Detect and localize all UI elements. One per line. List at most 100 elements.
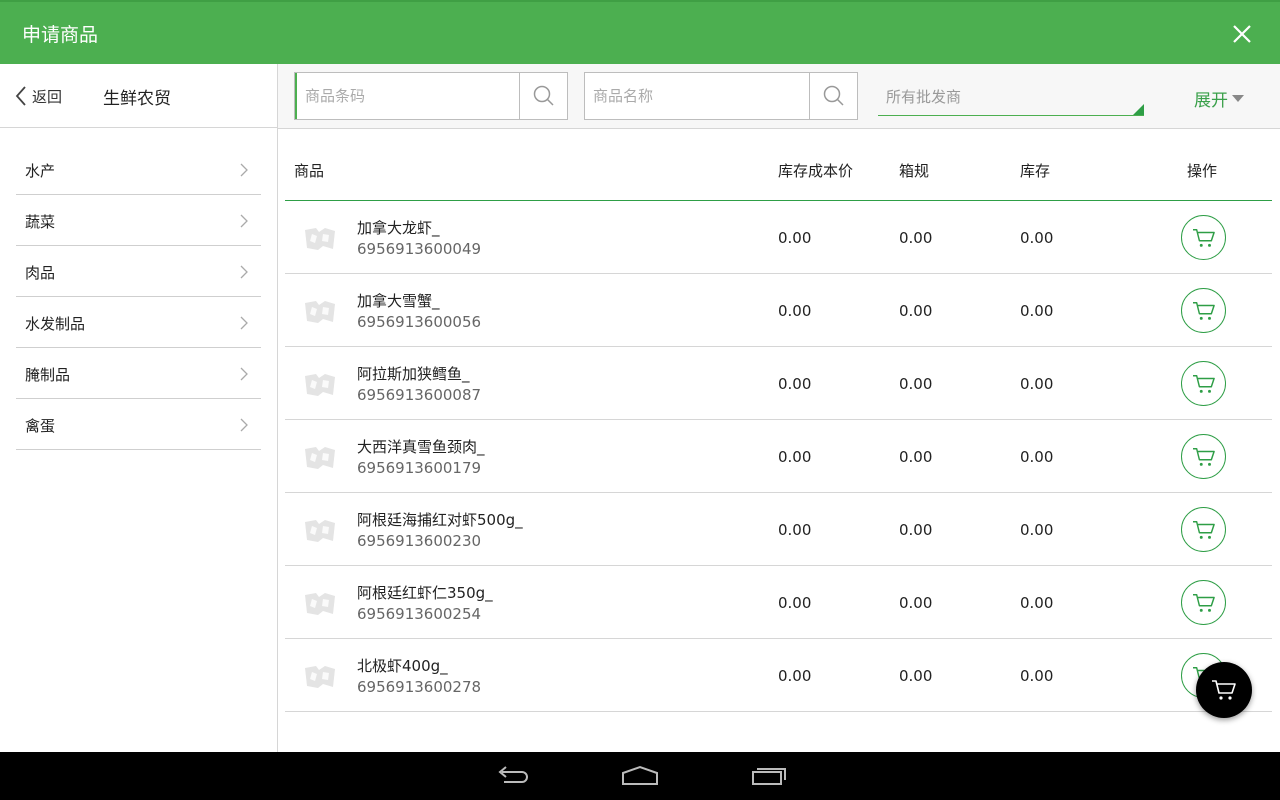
chevron-right-icon [240,265,248,279]
category-label: 水产 [25,162,56,180]
spec-value: 0.00 [899,375,933,393]
system-nav-bar [0,752,1280,800]
chevron-right-icon [240,163,248,177]
product-barcode: 6956913600179 [357,459,482,477]
header-product: 商品 [294,162,325,180]
cart-icon [1192,447,1215,466]
product-name: 北极虾400g_ [357,657,448,675]
search-icon [823,85,844,106]
cart-icon [1192,520,1215,539]
search-bar: 所有批发商 展开 [278,64,1280,129]
add-to-cart-button[interactable] [1181,580,1226,625]
recents-icon [752,768,786,785]
category-item[interactable]: 蔬菜 [16,195,261,246]
header-stock: 库存 [1020,162,1051,180]
title-bar: 申请商品 [0,0,1280,64]
product-name: 阿根廷红虾仁350g_ [357,584,493,602]
floating-cart-button[interactable] [1196,662,1252,718]
expand-label: 展开 [1194,91,1228,111]
product-name: 阿根廷海捕红对虾500g_ [357,511,523,529]
cost-value: 0.00 [778,521,812,539]
image-placeholder-icon [305,301,335,323]
cost-value: 0.00 [778,229,812,247]
cost-value: 0.00 [778,667,812,685]
cart-icon [1192,301,1215,320]
category-item[interactable]: 肉品 [16,246,261,297]
category-item[interactable]: 禽蛋 [16,399,261,450]
nav-back-button[interactable] [494,764,530,792]
category-item[interactable]: 腌制品 [16,348,261,399]
product-barcode: 6956913600254 [357,605,482,623]
category-item[interactable]: 水发制品 [16,297,261,348]
header-cost: 库存成本价 [778,162,854,180]
product-name: 加拿大雪蟹_ [357,292,440,310]
table-body: 加拿大龙虾_ 6956913600049 0.00 0.00 0.00 加拿大雪蟹_ 695… [285,201,1272,712]
header-action: 操作 [1187,162,1218,180]
stock-value: 0.00 [1020,594,1054,612]
cost-value: 0.00 [778,302,812,320]
spec-value: 0.00 [899,302,933,320]
cost-value: 0.00 [778,448,812,466]
category-label: 水发制品 [25,315,86,333]
product-name: 大西洋真雪鱼颈肉_ [357,438,485,456]
spec-value: 0.00 [899,229,933,247]
cart-icon [1192,228,1215,247]
nav-home-button[interactable] [621,764,659,792]
cart-icon [1192,374,1215,393]
product-barcode: 6956913600056 [357,313,482,331]
category-label: 禽蛋 [25,417,56,435]
back-label: 返回 [32,87,63,106]
barcode-input[interactable] [295,73,520,119]
spec-value: 0.00 [899,521,933,539]
cost-value: 0.00 [778,594,812,612]
add-to-cart-button[interactable] [1181,215,1226,260]
spec-value: 0.00 [899,667,933,685]
nav-recents-button[interactable] [750,764,788,792]
barcode-search-box [294,72,568,120]
product-table: 商品 库存成本价 箱规 库存 操作 加拿大龙虾_ 6956913600049 0.0… [285,130,1272,712]
category-label: 蔬菜 [25,213,56,231]
table-row[interactable]: 北极虾400g_ 6956913600278 0.00 0.00 0.00 [285,639,1272,712]
barcode-search-button[interactable] [519,73,567,119]
table-row[interactable]: 阿根廷海捕红对虾500g_ 6956913600230 0.00 0.00 0.00 [285,493,1272,566]
back-button[interactable]: 返回 [14,84,62,108]
sidebar-title: 生鲜农贸 [103,89,171,109]
table-row[interactable]: 加拿大龙虾_ 6956913600049 0.00 0.00 0.00 [285,201,1272,274]
table-row[interactable]: 阿根廷红虾仁350g_ 6956913600254 0.00 0.00 0.00 [285,566,1272,639]
caret-down-icon [1232,95,1244,102]
category-list: 水产 蔬菜 肉品 水发制品 腌制品 禽蛋 [16,144,261,450]
category-sidebar: 返回 生鲜农贸 水产 蔬菜 肉品 水发制品 腌制品 禽蛋 [0,64,278,752]
wholesaler-select[interactable]: 所有批发商 [878,74,1144,116]
close-button[interactable] [1228,20,1256,48]
cart-icon [1212,680,1236,700]
product-barcode: 6956913600278 [357,678,482,696]
home-icon [622,765,658,785]
table-row[interactable]: 阿拉斯加狭鳕鱼_ 6956913600087 0.00 0.00 0.00 [285,347,1272,420]
table-row[interactable]: 大西洋真雪鱼颈肉_ 6956913600179 0.00 0.00 0.00 [285,420,1272,493]
stock-value: 0.00 [1020,448,1054,466]
add-to-cart-button[interactable] [1181,361,1226,406]
add-to-cart-button[interactable] [1181,507,1226,552]
image-placeholder-icon [305,374,335,396]
table-row[interactable]: 加拿大雪蟹_ 6956913600056 0.00 0.00 0.00 [285,274,1272,347]
stock-value: 0.00 [1020,302,1054,320]
product-name: 加拿大龙虾_ [357,219,440,237]
wholesaler-selected: 所有批发商 [886,88,962,106]
category-item[interactable]: 水产 [16,144,261,195]
cost-value: 0.00 [778,375,812,393]
back-arrow-icon [498,766,528,783]
name-search-box [584,72,858,120]
name-input[interactable] [585,73,810,119]
image-placeholder-icon [305,447,335,469]
stock-value: 0.00 [1020,229,1054,247]
product-name: 阿拉斯加狭鳕鱼_ [357,365,470,383]
expand-button[interactable]: 展开 [1194,86,1244,111]
add-to-cart-button[interactable] [1181,288,1226,333]
chevron-right-icon [240,367,248,381]
name-search-button[interactable] [809,73,857,119]
stock-value: 0.00 [1020,667,1054,685]
add-to-cart-button[interactable] [1181,434,1226,479]
category-label: 腌制品 [25,366,71,384]
image-placeholder-icon [305,520,335,542]
stock-value: 0.00 [1020,375,1054,393]
